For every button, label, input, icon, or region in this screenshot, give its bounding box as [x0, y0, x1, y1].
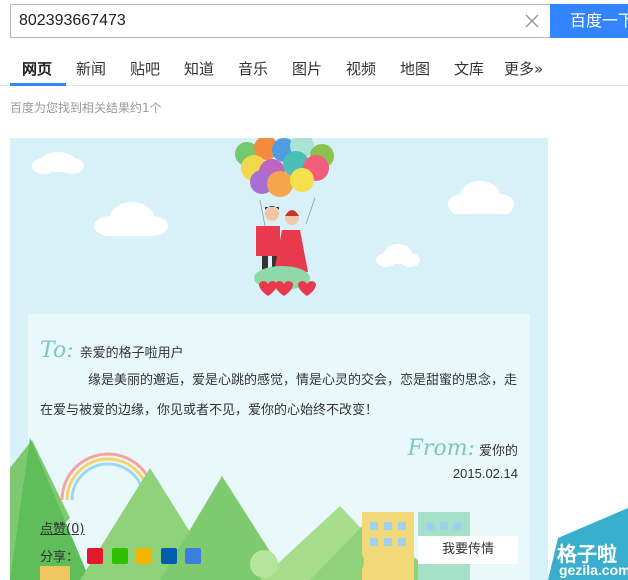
cloud-icon [448, 181, 514, 214]
tab-video[interactable]: 视频 [346, 58, 376, 79]
letter-signoff: From: 爱你的 [408, 436, 518, 461]
tieba-icon[interactable] [185, 547, 202, 564]
tab-wenku[interactable]: 文库 [454, 58, 484, 79]
clear-icon[interactable] [522, 11, 542, 31]
tab-music[interactable]: 音乐 [238, 58, 268, 79]
search-button[interactable]: 百度一下 [550, 4, 628, 38]
couple-icon [256, 206, 308, 272]
to-script: To: [40, 338, 74, 363]
salutation-text: 亲爱的格子啦用户 [79, 346, 184, 361]
cloud-icon [32, 152, 84, 174]
active-tab-indicator [10, 83, 66, 86]
letter-date: 2015.02.14 [452, 466, 518, 481]
qzone-icon[interactable] [136, 547, 153, 564]
watermark-url: gezila.com [559, 562, 628, 578]
tab-more[interactable]: 更多» [504, 58, 543, 79]
search-input[interactable]: 802393667473 [19, 12, 126, 30]
share-bar: 分享： [40, 546, 202, 565]
from-script: From: [407, 436, 475, 461]
share-label: 分享： [40, 550, 80, 565]
cloud-icon [94, 202, 168, 236]
cloud-icon [376, 244, 420, 267]
tab-news[interactable]: 新闻 [76, 58, 106, 79]
tab-map[interactable]: 地图 [400, 58, 430, 79]
weibo-icon[interactable] [87, 547, 104, 564]
result-count: 百度为您找到相关结果约1个 [10, 101, 162, 115]
tab-images[interactable]: 图片 [292, 58, 322, 79]
pass-love-button[interactable]: 我要传情 [418, 536, 518, 564]
tab-tieba[interactable]: 贴吧 [130, 58, 160, 79]
search-tabs: 网页 新闻 贴吧 知道 音乐 图片 视频 地图 文库 更多» [0, 50, 628, 86]
wechat-icon[interactable] [111, 547, 128, 564]
valentine-card: To: 亲爱的格子啦用户 缘是美丽的邂逅，爱是心跳的感觉，情是心灵的交会，恋是甜蜜… [10, 138, 548, 580]
tab-zhidao[interactable]: 知道 [184, 58, 214, 79]
tab-web[interactable]: 网页 [22, 58, 52, 79]
signature-text: 爱你的 [478, 444, 518, 459]
letter-salutation: To: 亲爱的格子啦用户 [40, 338, 184, 363]
like-link[interactable]: 点赞(0) [40, 518, 84, 537]
balloons-icon [235, 138, 334, 227]
search-box[interactable]: 802393667473 [10, 4, 550, 38]
letter-message: 缘是美丽的邂逅，爱是心跳的感觉，情是心灵的交会，恋是甜蜜的思念，走在爱与被爱的边… [40, 373, 518, 418]
renren-icon[interactable] [160, 547, 177, 564]
hearts-icon [259, 281, 316, 296]
